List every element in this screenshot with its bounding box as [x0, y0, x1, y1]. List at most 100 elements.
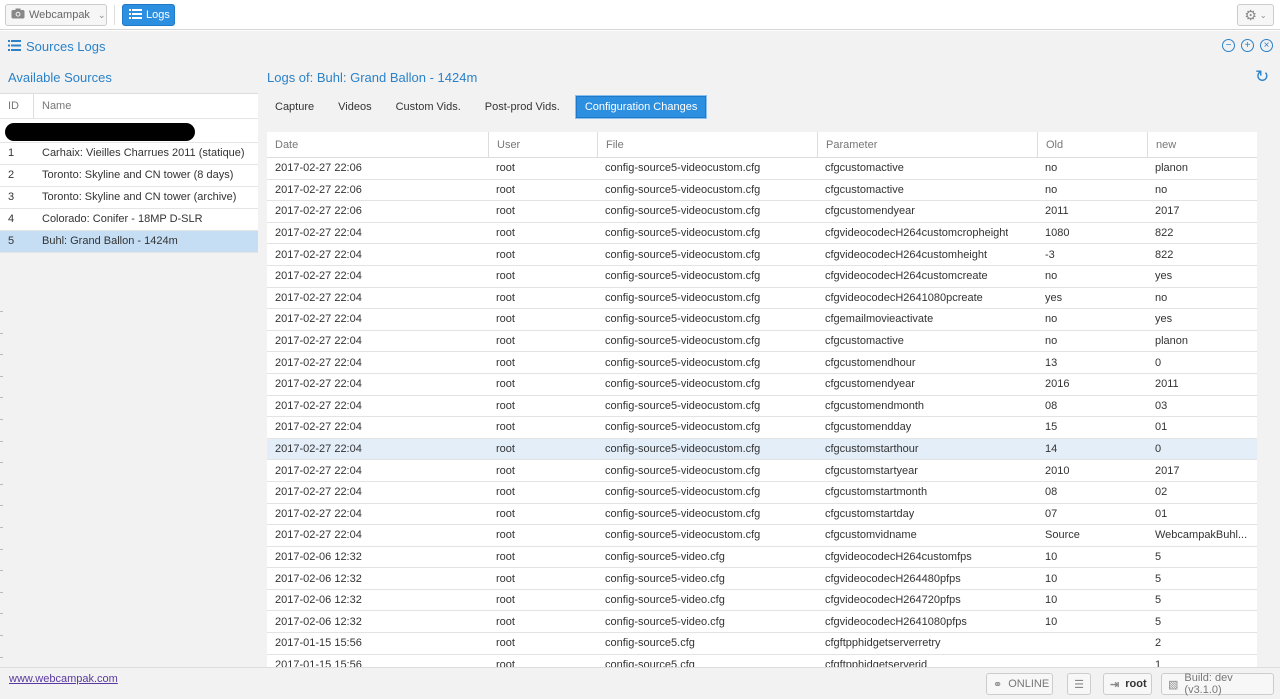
log-row[interactable]: 2017-02-06 12:32 root config-source5-video…: [267, 568, 1257, 590]
log-row[interactable]: 2017-02-27 22:04 root config-source5-video…: [267, 223, 1257, 245]
log-cell-file: config-source5-videocustom.cfg: [597, 417, 817, 438]
pane-resize-edge: [0, 311, 4, 667]
log-cell-text: 2017-02-27 22:04: [275, 486, 362, 499]
app-menu-button[interactable]: Webcampak ⌄: [5, 4, 107, 26]
log-cell-text: root: [496, 421, 515, 434]
column-header-date[interactable]: Date: [267, 132, 488, 157]
edge-tick: [0, 397, 3, 399]
source-row-redacted[interactable]: [0, 119, 258, 143]
log-cell-text: config-source5-videocustom.cfg: [605, 183, 761, 196]
log-row[interactable]: 2017-02-27 22:06 root config-source5-video…: [267, 201, 1257, 223]
log-cell-date: 2017-02-27 22:04: [267, 331, 488, 352]
database-icon: ☰: [1074, 678, 1084, 691]
logs-tabs: Capture Videos Custom Vids. Post-prod Vi…: [267, 96, 714, 120]
log-row[interactable]: 2017-02-27 22:04 root config-source5-video…: [267, 288, 1257, 310]
settings-button[interactable]: ⚙ ⌄: [1237, 4, 1274, 26]
log-row[interactable]: 2017-02-27 22:04 root config-source5-video…: [267, 244, 1257, 266]
log-cell-text: 2017: [1155, 205, 1180, 218]
log-cell-text: 2017-02-27 22:04: [275, 421, 362, 434]
source-row[interactable]: 4 Colorado: Conifer - 18MP D-SLR: [0, 209, 258, 231]
log-cell-date: 2017-02-27 22:04: [267, 417, 488, 438]
tab-capture[interactable]: Capture: [267, 96, 322, 118]
source-id: 3: [8, 191, 15, 203]
minimize-icon[interactable]: −: [1222, 39, 1235, 52]
column-header-file[interactable]: File: [597, 132, 817, 157]
source-row[interactable]: 1 Carhaix: Vieilles Charrues 2011 (stati…: [0, 143, 258, 165]
log-row[interactable]: 2017-02-27 22:04 root config-source5-video…: [267, 504, 1257, 526]
log-row[interactable]: 2017-02-27 22:04 root config-source5-video…: [267, 352, 1257, 374]
log-cell-new: 5: [1147, 547, 1257, 568]
source-name: Toronto: Skyline and CN tower (archive): [42, 191, 237, 203]
tab-custom-vids[interactable]: Custom Vids.: [388, 96, 469, 118]
log-cell-text: 2016: [1045, 378, 1070, 391]
log-cell-date: 2017-02-27 22:06: [267, 201, 488, 222]
column-header-user[interactable]: User: [488, 132, 597, 157]
refresh-icon[interactable]: ↻: [1255, 67, 1269, 87]
edge-tick: [0, 419, 3, 420]
log-cell-text: config-source5.cfg: [605, 637, 695, 650]
tab-videos[interactable]: Videos: [330, 96, 379, 118]
log-row[interactable]: 2017-02-27 22:04 root config-source5-video…: [267, 460, 1257, 482]
maximize-icon[interactable]: +: [1241, 39, 1254, 52]
source-row[interactable]: 3 Toronto: Skyline and CN tower (archive…: [0, 187, 258, 209]
log-cell-text: 2011: [1045, 205, 1069, 218]
log-cell-date: 2017-02-27 22:06: [267, 180, 488, 201]
log-cell-parameter: cfgvideocodecH264customcropheight: [817, 223, 1037, 244]
log-row[interactable]: 2017-01-15 15:56 root config-source5.cfg cf…: [267, 633, 1257, 655]
sources-table: ID Name 1 Carhaix: Vieilles Charrues 201…: [0, 93, 258, 253]
log-row[interactable]: 2017-02-27 22:06 root config-source5-video…: [267, 180, 1257, 202]
log-cell-text: root: [496, 356, 515, 369]
logs-button[interactable]: Logs: [122, 4, 175, 26]
log-cell-text: config-source5-videocustom.cfg: [605, 486, 761, 499]
log-row[interactable]: 2017-02-27 22:04 root config-source5-video…: [267, 438, 1257, 461]
column-header-name[interactable]: Name: [42, 94, 254, 119]
log-cell-text: 2017-02-27 22:04: [275, 399, 362, 412]
user-button[interactable]: ⇥ root: [1103, 673, 1152, 695]
log-cell-text: config-source5-videocustom.cfg: [605, 227, 761, 240]
log-row[interactable]: 2017-02-27 22:04 root config-source5-video…: [267, 396, 1257, 418]
log-row[interactable]: 2017-01-15 15:56 root config-source5.cfg cf…: [267, 655, 1257, 667]
log-cell-text: 2017-02-27 22:04: [275, 313, 362, 326]
log-row[interactable]: 2017-02-27 22:04 root config-source5-video…: [267, 331, 1257, 353]
tab-post-prod-vids[interactable]: Post-prod Vids.: [477, 96, 568, 118]
log-row[interactable]: 2017-02-27 22:04 root config-source5-video…: [267, 266, 1257, 288]
log-row[interactable]: 2017-02-27 22:06 root config-source5-video…: [267, 158, 1257, 180]
source-row[interactable]: 2 Toronto: Skyline and CN tower (8 days): [0, 165, 258, 187]
log-cell-parameter: cfgftpphidgetserverretry: [817, 633, 1037, 654]
log-row[interactable]: 2017-02-06 12:32 root config-source5-video…: [267, 611, 1257, 634]
log-row[interactable]: 2017-02-06 12:32 root config-source5-video…: [267, 547, 1257, 569]
database-button[interactable]: ☰: [1067, 673, 1091, 695]
log-row[interactable]: 2017-02-27 22:04 root config-source5-video…: [267, 525, 1257, 547]
log-cell-file: config-source5-videocustom.cfg: [597, 158, 817, 179]
log-cell-user: root: [488, 633, 597, 654]
log-cell-text: cfgvideocodecH264720pfps: [825, 594, 961, 607]
log-cell-date: 2017-02-27 22:06: [267, 158, 488, 179]
log-cell-text: 2017-02-27 22:04: [275, 464, 362, 477]
close-icon[interactable]: ×: [1260, 39, 1273, 52]
column-header-parameter[interactable]: Parameter: [817, 132, 1037, 157]
status-button[interactable]: ⚭ ONLINE: [986, 673, 1053, 695]
source-row-selected[interactable]: 5 Buhl: Grand Ballon - 1424m: [0, 231, 258, 253]
column-header-old[interactable]: Old: [1037, 132, 1147, 157]
log-cell-text: 08: [1045, 399, 1058, 412]
log-cell-date: 2017-02-06 12:32: [267, 568, 488, 589]
log-cell-new: 1: [1147, 655, 1257, 667]
build-button[interactable]: ▧ Build: dev (v3.1.0): [1161, 672, 1274, 696]
log-row[interactable]: 2017-02-27 22:04 root config-source5-video…: [267, 417, 1257, 439]
log-row[interactable]: 2017-02-27 22:04 root config-source5-video…: [267, 482, 1257, 504]
log-cell-text: planon: [1155, 335, 1189, 348]
log-row[interactable]: 2017-02-27 22:04 root config-source5-video…: [267, 309, 1257, 331]
log-cell-text: root: [496, 572, 515, 585]
log-row[interactable]: 2017-02-27 22:04 root config-source5-video…: [267, 374, 1257, 396]
column-header-id[interactable]: ID: [8, 94, 19, 119]
log-cell-text: 2017-02-27 22:06: [275, 205, 362, 218]
column-divider: [33, 94, 34, 119]
log-cell-text: cfgcustomendyear: [825, 378, 915, 391]
website-link[interactable]: www.webcampak.com: [9, 673, 118, 685]
edge-tick: [0, 570, 3, 572]
log-cell-text: 2017-02-27 22:04: [275, 356, 362, 369]
log-row[interactable]: 2017-02-06 12:32 root config-source5-video…: [267, 590, 1257, 612]
tab-configuration-changes[interactable]: Configuration Changes: [575, 96, 707, 118]
column-header-new[interactable]: new: [1147, 132, 1257, 157]
log-cell-file: config-source5-videocustom.cfg: [597, 525, 817, 546]
